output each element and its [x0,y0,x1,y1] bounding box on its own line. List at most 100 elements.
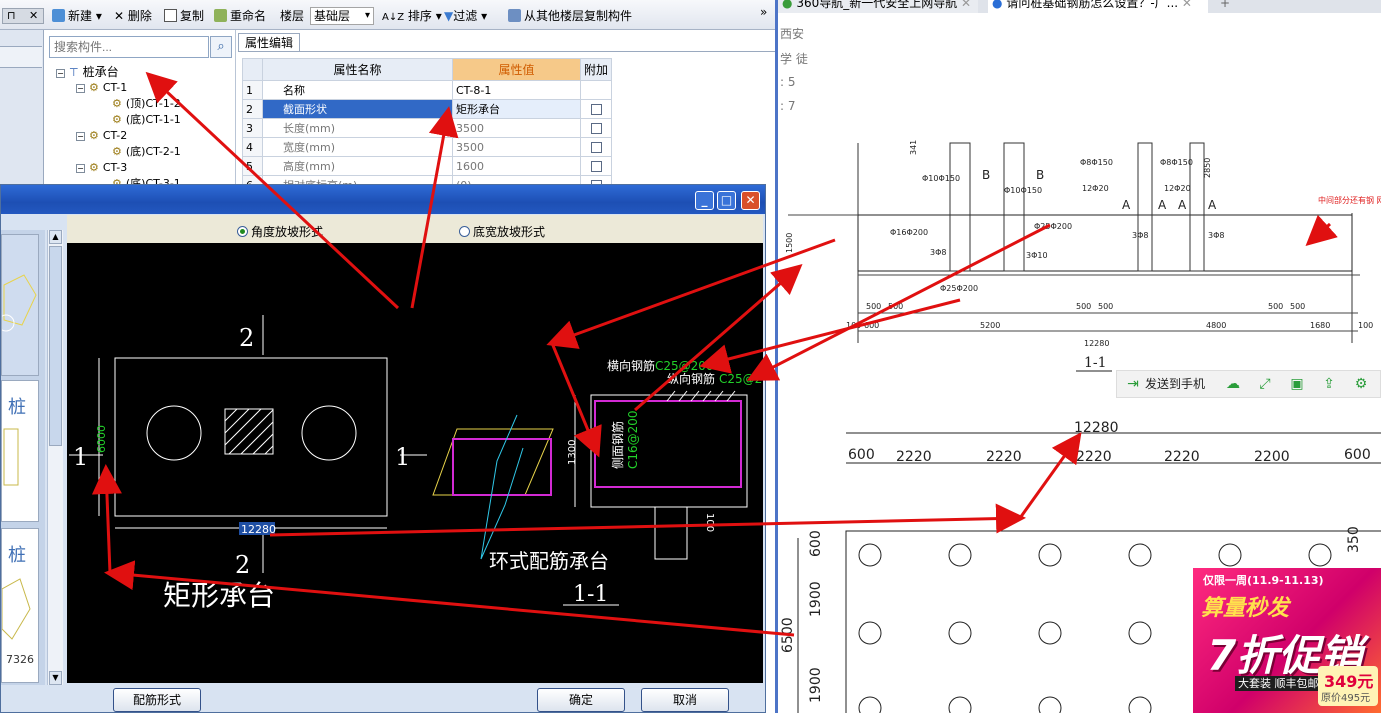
send-phone-icon[interactable]: ⇥ [1125,376,1141,392]
tree-node[interactable]: ⚙ (底)CT-2-1 [112,144,181,160]
property-value[interactable]: CT-8-1 [452,80,581,100]
caption-section: 1-1 [573,582,608,607]
cad-dim-label: 600 [864,321,879,330]
radio-angle-slope[interactable]: 角度放坡形式 [237,223,323,240]
close-icon[interactable]: ✕ [741,191,760,210]
cad-dim-label: 500 [1076,302,1091,311]
floor-select[interactable]: 基础层 [310,7,374,25]
tree-node[interactable]: ⚙ (底)CT-1-1 [112,112,181,128]
header-extra: 附加 [579,58,613,81]
share-icon[interactable]: ⇪ [1321,376,1337,392]
shape-thumbnail[interactable] [1,234,39,376]
browser-tab-active[interactable]: ● 请问桩基础钢筋怎么设置？-广... ✕ [988,0,1208,13]
copy-from-floor-button[interactable]: 从其他楼层复制构件 [508,8,632,24]
minimize-icon[interactable]: _ [695,191,714,210]
cloud-icon[interactable]: ☁ [1225,376,1241,392]
cad-mark: B [982,168,990,182]
tree-node-root[interactable]: − ⊤ 桩承台 [56,64,119,81]
rebar-transverse-spec: C25@200 [655,359,714,373]
table-row[interactable]: 3 长度(mm) 3500 [242,118,613,138]
property-name: 高度(mm) [262,156,453,176]
gear-icon[interactable]: ⚙ [1353,376,1369,392]
cad-dim-label: 4800 [1206,321,1226,330]
delete-label: 删除 [127,9,152,23]
collapse-icon[interactable]: − [76,164,85,173]
table-row[interactable]: 2 截面形状 矩形承台 [242,99,613,119]
component-icon: ⚙ [112,113,122,126]
send-to-phone-button[interactable]: 发送到手机 [1145,375,1205,392]
plan-span: 600 [1344,447,1371,463]
thumbnail-number: 7326 [6,653,34,666]
scroll-up-icon[interactable]: ▲ [49,230,62,244]
collapse-icon[interactable]: − [76,132,85,141]
cad-label: 3Φ8 [1132,231,1148,240]
extra-checkbox[interactable] [590,161,602,172]
fullscreen-icon[interactable]: ⤢ [1257,376,1273,392]
rebar-side-spec: C16@200 [626,410,640,469]
table-row[interactable]: 5 高度(mm) 1600 [242,156,613,176]
filter-icon: ▼ [444,9,454,23]
collapse-icon[interactable]: − [76,84,85,93]
extra-checkbox[interactable] [590,142,602,153]
tree-node[interactable]: ⚙ (顶)CT-1-2 [112,96,181,112]
cad-dim-label: 500 [1098,302,1113,311]
ok-button[interactable]: 确定 [537,688,625,712]
collapse-icon[interactable]: − [56,69,65,78]
tab-close-icon[interactable]: ✕ [1182,0,1192,10]
pin-icon[interactable]: ⊓ [7,8,16,24]
delete-button[interactable]: ✕ 删除 [114,8,152,24]
tree-node[interactable]: − ⚙ CT-1 [76,80,127,96]
dialog-titlebar[interactable]: _ □ ✕ [1,185,765,214]
plan-span: 2220 [1076,449,1112,465]
cad-label: Φ16Φ200 [890,228,928,237]
table-row[interactable]: 4 宽度(mm) 3500 [242,137,613,157]
table-row[interactable]: 1 名称 CT-8-1 [242,80,613,100]
shape-thumbnail[interactable]: 桩 7326 [1,528,39,683]
sort-button[interactable]: A↓Z 排序 ▾ [382,8,442,24]
tab-property-edit[interactable]: 属性编辑 [238,33,300,52]
promo-banner[interactable]: 仅限一周(11.9-11.13) 算量秒发 7折促销 大套装 顺丰包邮 349元… [1193,568,1381,713]
tab-close-icon[interactable]: ✕ [961,0,971,10]
property-value[interactable]: 1600 [452,156,581,176]
extra-cell [579,156,613,176]
shape-thumbnail[interactable]: 桩 [1,380,39,522]
left-nav-strip [0,30,44,185]
maximize-icon[interactable]: □ [717,191,736,210]
property-value[interactable]: 矩形承台 [452,99,581,119]
extra-checkbox[interactable] [590,104,602,115]
tree-node-label: CT-3 [102,161,128,174]
component-icon: ⚙ [112,145,122,158]
browser-tab[interactable]: ● 360导航_新一代安全上网导航 ✕ [778,0,978,13]
plan-vdim: 600 [808,530,824,557]
component-search-input[interactable] [49,36,209,58]
tree-node[interactable]: − ⚙ CT-2 [76,128,127,144]
cad-mark: A [1208,198,1217,212]
rename-button[interactable]: 重命名 [214,8,266,24]
thumbnail-scrollbar[interactable]: ▲ ▼ [47,230,63,685]
property-value[interactable]: 3500 [452,137,581,157]
filter-button[interactable]: ▼过滤 ▾ [444,8,487,24]
tree-node[interactable]: − ⚙ CT-3 [76,160,127,176]
property-name: 截面形状 [262,99,453,119]
close-icon[interactable]: ✕ [29,8,38,24]
property-value[interactable]: 3500 [452,118,581,138]
new-tab-button[interactable]: + [1216,0,1240,13]
radio-unchecked-icon [459,226,470,237]
scroll-thumb[interactable] [49,246,62,446]
property-name: 长度(mm) [262,118,453,138]
cad-column [949,142,971,272]
rebar-form-button[interactable]: 配筋形式 [113,688,201,712]
search-icon[interactable]: ⌕ [210,36,232,58]
cad-dim-label: 500 [1290,302,1305,311]
cad-total: 12280 [1084,339,1109,348]
tab-title: 360导航_新一代安全上网导航 [796,0,958,10]
toolbar-overflow-button[interactable]: » [760,4,767,20]
save-icon[interactable]: ▣ [1289,376,1305,392]
scroll-down-icon[interactable]: ▼ [49,671,62,685]
copy-button[interactable]: 复制 [164,8,204,24]
new-button[interactable]: 新建 ▾ [52,8,102,24]
cancel-button[interactable]: 取消 [641,688,729,712]
left-nav-item[interactable] [0,46,42,68]
radio-width-slope[interactable]: 底宽放坡形式 [459,223,545,240]
extra-checkbox[interactable] [590,123,602,134]
